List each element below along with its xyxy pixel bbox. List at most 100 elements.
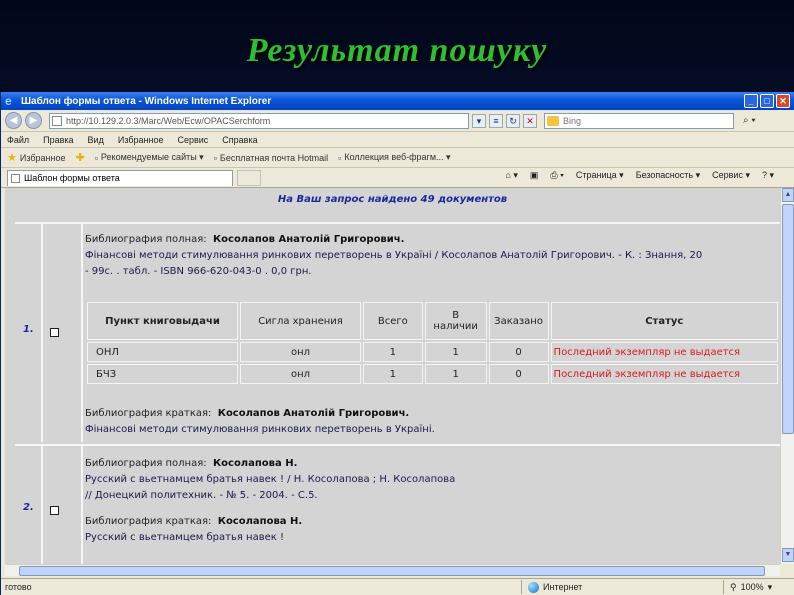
url-text: http://10.129.2.0.3/Marc/Web/Ecw/OPACSer… <box>66 115 271 126</box>
star-icon: ★ <box>7 152 17 164</box>
fav-suggested-sites[interactable]: ▫ Рекомендуемые сайты ▾ <box>95 152 204 163</box>
fav-hotmail[interactable]: ▫ Бесплатная почта Hotmail <box>214 153 328 163</box>
tab-active[interactable]: Шаблон формы ответа <box>7 169 233 186</box>
globe-icon <box>528 581 539 593</box>
home-icon[interactable]: ⌂ ▾ <box>505 170 517 181</box>
status-cell: Последний экземпляр не выдается <box>550 342 778 362</box>
record-number: 2. <box>23 502 34 513</box>
status-cell: Последний экземпляр не выдается <box>550 364 778 384</box>
col-header: Заказано <box>488 302 549 340</box>
command-bar: ⌂ ▾ ▣ ⎙ ▾ Страница ▾ Безопасность ▾ Серв… <box>505 170 774 181</box>
fav-item-label: Коллекция веб-фрагм... ▾ <box>344 152 451 162</box>
slide-title: Результат пошуку <box>246 32 548 69</box>
short-bib-line: Фінансові методи стимулювання ринкових п… <box>85 424 435 435</box>
table-cell: 1 <box>424 342 487 362</box>
scroll-thumb[interactable] <box>782 204 794 434</box>
scroll-down-icon[interactable]: ▼ <box>782 548 794 562</box>
col-header: Всего <box>363 302 423 340</box>
full-bib-line: - 99с. . табл. - ISBN 966-620-043-0 . 0,… <box>85 266 312 277</box>
menu-help[interactable]: Справка <box>222 135 257 145</box>
window-titlebar[interactable]: e Шаблон формы ответа - Windows Internet… <box>1 92 794 110</box>
table-cell: 1 <box>363 364 423 384</box>
col-header: Статус <box>550 302 778 340</box>
zoom-level: 100% <box>740 582 764 592</box>
new-tab-button[interactable] <box>237 169 261 186</box>
record-checkbox[interactable] <box>50 328 59 337</box>
full-bib-author: Косолапова Н. <box>212 458 298 469</box>
security-zone[interactable]: Интернет <box>521 580 582 594</box>
search-placeholder: Bing <box>563 115 582 126</box>
help-icon[interactable]: ? ▾ <box>762 170 774 181</box>
table-cell: онл <box>239 342 362 362</box>
table-cell: 0 <box>488 342 549 362</box>
address-bar: ◀ ▶ http://10.129.2.0.3/Marc/Web/Ecw/OPA… <box>1 110 794 132</box>
menu-edit[interactable]: Правка <box>43 135 73 145</box>
full-bib-line: Русский с вьетнамцем братья навек ! / Н.… <box>85 474 456 485</box>
page-icon: ▫ <box>213 152 217 163</box>
favorites-label: Избранное <box>19 152 66 163</box>
dropdown-arrow-icon[interactable]: ▾ <box>472 113 486 128</box>
compatibility-icon[interactable]: ≡ <box>489 113 503 128</box>
refresh-icon[interactable]: ↻ <box>506 113 520 128</box>
scroll-up-icon[interactable]: ▲ <box>782 188 794 202</box>
cmd-page[interactable]: Страница ▾ <box>576 170 624 181</box>
menu-view[interactable]: Вид <box>88 135 104 145</box>
url-input[interactable]: http://10.129.2.0.3/Marc/Web/Ecw/OPACSer… <box>49 112 469 129</box>
cmd-safety[interactable]: Безопасность ▾ <box>636 170 700 181</box>
zone-label: Интернет <box>543 582 583 592</box>
close-button[interactable]: ✕ <box>776 94 790 108</box>
maximize-button[interactable]: □ <box>760 94 774 108</box>
favorites-bar: ★ Избранное ✚ ▫ Рекомендуемые сайты ▾ ▫ … <box>1 148 794 168</box>
page-icon <box>52 115 62 126</box>
result-record: 1. Библиография полная: Косолапов Анатол… <box>15 222 780 442</box>
table-cell: 1 <box>363 342 423 362</box>
horizontal-scrollbar[interactable] <box>5 564 780 576</box>
tab-bar: Шаблон формы ответа ⌂ ▾ ▣ ⎙ ▾ Страница ▾… <box>1 168 794 188</box>
table-cell: БЧЗ <box>87 364 238 384</box>
add-favorite-button[interactable]: ✚ <box>76 151 85 164</box>
holdings-header-row: Пункт книговыдачи Сигла хранения Всего В… <box>87 302 778 340</box>
table-cell: онл <box>239 364 362 384</box>
short-bib-line: Русский с вьетнамцем братья навек ! <box>85 532 284 543</box>
table-cell: ОНЛ <box>87 342 238 362</box>
short-bib-author: Косолапова Н. <box>217 516 303 527</box>
menu-favorites[interactable]: Избранное <box>118 135 164 145</box>
fav-item-label: Бесплатная почта Hotmail <box>219 152 329 163</box>
full-bib-line: Фінансові методи стимулювання ринкових п… <box>85 250 703 261</box>
hscroll-thumb[interactable] <box>19 566 765 576</box>
short-bib-author: Косолапов Анатолій Григорович. <box>217 408 410 419</box>
record-number: 1. <box>23 324 34 335</box>
window-title: Шаблон формы ответа - Windows Internet E… <box>21 95 272 107</box>
zoom-control[interactable]: ⚲ 100% ▾ <box>723 580 772 594</box>
menu-file[interactable]: Файл <box>7 135 29 145</box>
record-checkbox[interactable] <box>50 506 59 515</box>
browser-window: e Шаблон формы ответа - Windows Internet… <box>0 92 794 595</box>
page-content: На Ваш запрос найдено 49 документов 1. Б… <box>5 188 780 564</box>
feeds-icon[interactable]: ▣ <box>530 170 539 181</box>
zoom-icon: ⚲ <box>730 581 737 592</box>
tab-label: Шаблон формы ответа <box>24 172 120 183</box>
full-bib-author: Косолапов Анатолій Григорович. <box>212 234 405 245</box>
menu-bar: Файл Правка Вид Избранное Сервис Справка <box>1 132 794 148</box>
search-input[interactable]: Bing <box>544 112 734 129</box>
search-icon[interactable]: ⌕ ▾ <box>743 115 756 126</box>
favorites-button[interactable]: ★ Избранное <box>7 151 66 164</box>
full-bib-line: // Донецкий политехник. - № 5. - 2004. -… <box>85 490 318 501</box>
print-icon[interactable]: ⎙ ▾ <box>550 170 563 181</box>
add-favorite-icon: ✚ <box>75 152 85 164</box>
stop-icon[interactable]: ✕ <box>523 113 537 128</box>
page-icon <box>11 173 20 183</box>
menu-tools[interactable]: Сервис <box>177 135 208 145</box>
back-button[interactable]: ◀ <box>5 112 22 129</box>
table-row: БЧЗ онл 1 1 0 Последний экземпляр не выд… <box>87 364 778 384</box>
table-row: ОНЛ онл 1 1 0 Последний экземпляр не выд… <box>87 342 778 362</box>
vertical-scrollbar[interactable]: ▲ ▼ <box>780 188 794 564</box>
fav-web-slices[interactable]: ▫ Коллекция веб-фрагм... ▾ <box>338 152 450 163</box>
forward-button[interactable]: ▶ <box>25 112 42 129</box>
minimize-button[interactable]: _ <box>744 94 758 108</box>
result-count: На Ваш запрос найдено 49 документов <box>277 194 508 205</box>
page-icon: ▫ <box>94 152 98 163</box>
result-record: 2. Библиография полная: Косолапова Н. Ру… <box>15 444 780 564</box>
table-cell: 1 <box>424 364 487 384</box>
cmd-tools[interactable]: Сервис ▾ <box>712 170 750 181</box>
